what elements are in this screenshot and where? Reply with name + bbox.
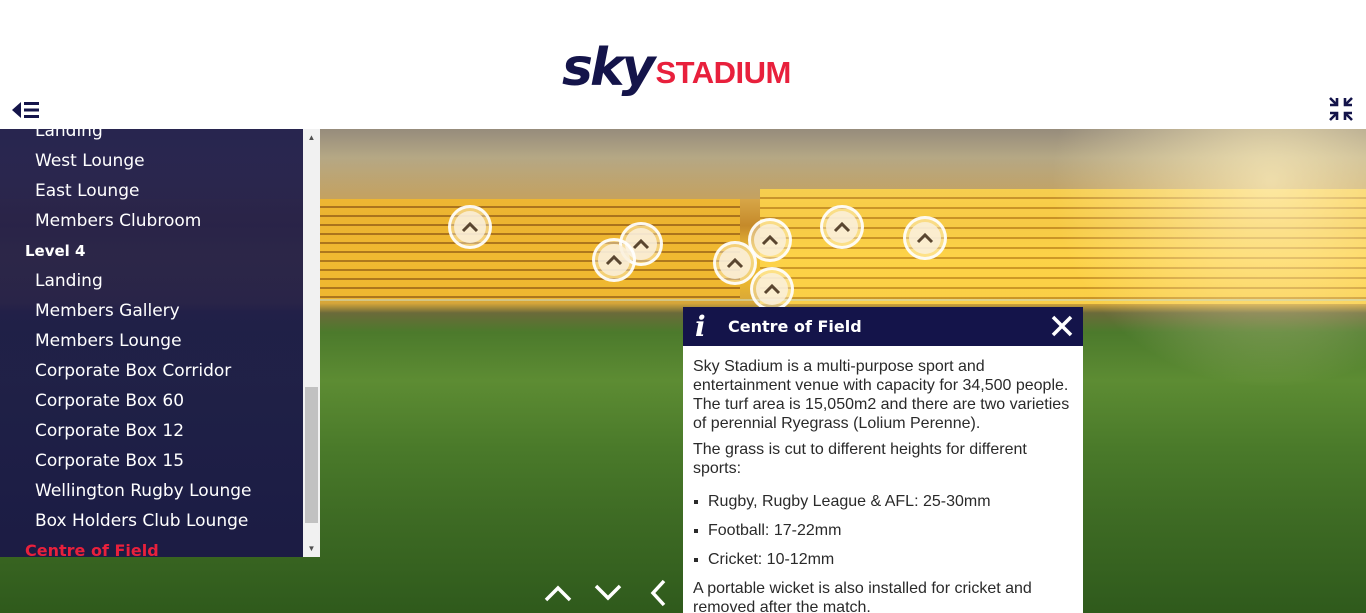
- sidebar-item-corporate-box-15[interactable]: Corporate Box 15: [0, 446, 303, 476]
- hotspot-chevron-up-icon[interactable]: [903, 216, 947, 260]
- sidebar-list: Landing West Lounge East Lounge Members …: [0, 129, 303, 557]
- sidebar-item-landing[interactable]: Landing: [0, 266, 303, 296]
- hotspot-chevron-up-icon[interactable]: [592, 238, 636, 282]
- arrow-up-icon[interactable]: [542, 578, 574, 608]
- hotspot-chevron-up-icon[interactable]: [448, 205, 492, 249]
- sidebar-scrollbar[interactable]: ▲ ▼: [303, 129, 320, 557]
- info-icon: i: [695, 310, 706, 343]
- scroll-down-arrow-icon[interactable]: ▼: [303, 540, 320, 557]
- info-panel-title: Centre of Field: [728, 317, 862, 336]
- sidebar-item-members-lounge[interactable]: Members Lounge: [0, 326, 303, 356]
- sky-stadium-logo[interactable]: sky STADIUM: [562, 34, 791, 94]
- arrow-left-icon[interactable]: [646, 578, 678, 608]
- info-paragraph-1: Sky Stadium is a multi-purpose sport and…: [693, 358, 1070, 432]
- sidebar-item-members-gallery[interactable]: Members Gallery: [0, 296, 303, 326]
- stands-left: [320, 199, 740, 299]
- logo-sky-text: sky: [562, 38, 655, 98]
- info-paragraph-3: A portable wicket is also installed for …: [693, 580, 1032, 613]
- exit-fullscreen-icon[interactable]: [1328, 96, 1354, 122]
- sidebar-item-centre-of-field[interactable]: Centre of Field: [0, 536, 303, 557]
- field-boundary: [320, 299, 1366, 301]
- sidebar-item-landing-level3[interactable]: Landing: [0, 129, 303, 146]
- sidebar-item-corporate-box-12[interactable]: Corporate Box 12: [0, 416, 303, 446]
- list-item: Cricket: 10-12mm: [693, 550, 1078, 569]
- sidebar-item-corporate-box-corridor[interactable]: Corporate Box Corridor: [0, 356, 303, 386]
- sidebar-item-west-lounge[interactable]: West Lounge: [0, 146, 303, 176]
- logo-stadium-text: STADIUM: [655, 55, 791, 90]
- list-item: Rugby, Rugby League & AFL: 25-30mm: [693, 492, 1078, 511]
- sidebar-level-4-heading: Level 4: [25, 242, 86, 260]
- info-panel-header: i Centre of Field: [683, 307, 1083, 346]
- site-header: sky STADIUM: [0, 0, 1366, 129]
- sidebar-menu: Landing West Lounge East Lounge Members …: [0, 129, 320, 557]
- close-icon[interactable]: [1049, 313, 1075, 339]
- hotspot-chevron-up-icon[interactable]: [750, 267, 794, 311]
- sidebar-item-wellington-rugby-lounge[interactable]: Wellington Rugby Lounge: [0, 476, 303, 506]
- sun-glow: [1050, 129, 1366, 389]
- scroll-thumb[interactable]: [305, 387, 318, 523]
- info-panel: i Centre of Field Sky Stadium is a multi…: [683, 307, 1083, 613]
- sidebar-item-east-lounge[interactable]: East Lounge: [0, 176, 303, 206]
- menu-collapse-icon[interactable]: [12, 100, 40, 120]
- scroll-up-arrow-icon[interactable]: ▲: [303, 129, 320, 146]
- hotspot-chevron-up-icon[interactable]: [713, 241, 757, 285]
- hotspot-chevron-up-icon[interactable]: [820, 205, 864, 249]
- turf-heights-list: Rugby, Rugby League & AFL: 25-30mm Footb…: [693, 492, 1078, 569]
- info-panel-body: Sky Stadium is a multi-purpose sport and…: [693, 357, 1078, 613]
- sidebar-item-members-clubroom[interactable]: Members Clubroom: [0, 206, 303, 236]
- list-item: Football: 17-22mm: [693, 521, 1078, 540]
- info-paragraph-2: The grass is cut to different heights fo…: [693, 441, 1027, 477]
- arrow-down-icon[interactable]: [592, 578, 624, 608]
- sidebar-item-box-holders-club-lounge[interactable]: Box Holders Club Lounge: [0, 506, 303, 536]
- sidebar-item-corporate-box-60[interactable]: Corporate Box 60: [0, 386, 303, 416]
